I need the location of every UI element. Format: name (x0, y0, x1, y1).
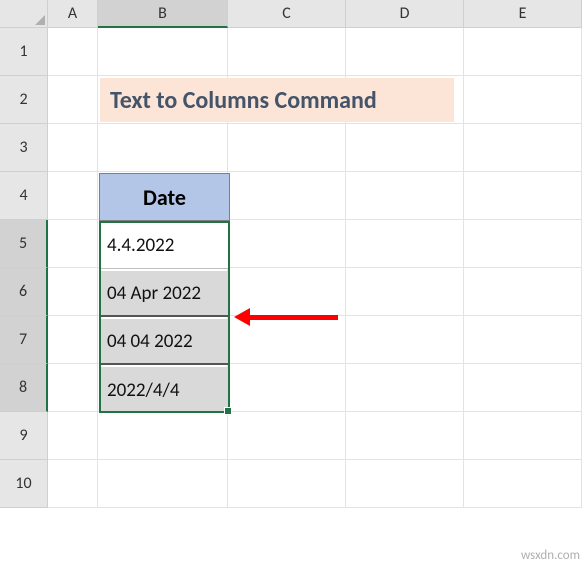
row-header-4[interactable]: 4 (0, 172, 48, 220)
cell-E4[interactable] (464, 172, 582, 220)
cell-A1[interactable] (48, 28, 98, 76)
table-row[interactable]: 04 04 2022 (101, 319, 228, 365)
row-header-9[interactable]: 9 (0, 412, 48, 460)
row-header-5[interactable]: 5 (0, 220, 48, 268)
row-header-10[interactable]: 10 (0, 460, 48, 508)
row-header-1[interactable]: 1 (0, 28, 48, 76)
cell-E9[interactable] (464, 412, 582, 460)
table-row[interactable]: 2022/4/4 (101, 367, 228, 413)
table-row[interactable]: 04 Apr 2022 (101, 271, 228, 317)
cell-A8[interactable] (48, 364, 98, 412)
cell-E5[interactable] (464, 220, 582, 268)
row-header-6[interactable]: 6 (0, 268, 48, 316)
cell-E7[interactable] (464, 316, 582, 364)
arrow-annotation (234, 308, 342, 326)
cell-A2[interactable] (48, 76, 98, 124)
col-header-C[interactable]: C (228, 0, 346, 28)
cell-D8[interactable] (346, 364, 464, 412)
col-header-D[interactable]: D (346, 0, 464, 28)
cell-D7[interactable] (346, 316, 464, 364)
row-header-7[interactable]: 7 (0, 316, 48, 364)
cell-C4[interactable] (228, 172, 346, 220)
cell-E8[interactable] (464, 364, 582, 412)
cell-C1[interactable] (228, 28, 346, 76)
cell-D10[interactable] (346, 460, 464, 508)
cell-D9[interactable] (346, 412, 464, 460)
cell-D4[interactable] (346, 172, 464, 220)
cell-D3[interactable] (346, 124, 464, 172)
cell-A9[interactable] (48, 412, 98, 460)
cell-C5[interactable] (228, 220, 346, 268)
cell-E10[interactable] (464, 460, 582, 508)
row-header-8[interactable]: 8 (0, 364, 48, 412)
table-header-date[interactable]: Date (99, 173, 230, 221)
cell-C10[interactable] (228, 460, 346, 508)
table-row[interactable]: 4.4.2022 (101, 223, 228, 269)
col-header-A[interactable]: A (48, 0, 98, 28)
cell-B10[interactable] (98, 460, 228, 508)
watermark-text: wsxdn.com (521, 548, 580, 563)
cell-D6[interactable] (346, 268, 464, 316)
cell-A4[interactable] (48, 172, 98, 220)
cell-A7[interactable] (48, 316, 98, 364)
page-title: Text to Columns Command (100, 78, 454, 122)
cell-A5[interactable] (48, 220, 98, 268)
select-all-corner[interactable] (0, 0, 48, 28)
cell-C9[interactable] (228, 412, 346, 460)
col-header-E[interactable]: E (464, 0, 582, 28)
cell-B9[interactable] (98, 412, 228, 460)
cell-E2[interactable] (464, 76, 582, 124)
cell-E1[interactable] (464, 28, 582, 76)
cell-C8[interactable] (228, 364, 346, 412)
cell-B1[interactable] (98, 28, 228, 76)
row-header-3[interactable]: 3 (0, 124, 48, 172)
cell-B3[interactable] (98, 124, 228, 172)
row-header-2[interactable]: 2 (0, 76, 48, 124)
spreadsheet-grid[interactable]: A B C D E 1 2 3 4 5 6 7 8 9 (0, 0, 588, 508)
cell-E3[interactable] (464, 124, 582, 172)
cell-A6[interactable] (48, 268, 98, 316)
cell-C3[interactable] (228, 124, 346, 172)
cell-E6[interactable] (464, 268, 582, 316)
cell-D5[interactable] (346, 220, 464, 268)
arrow-line (246, 315, 338, 320)
cell-A10[interactable] (48, 460, 98, 508)
col-header-B[interactable]: B (98, 0, 228, 28)
cell-D1[interactable] (346, 28, 464, 76)
cell-A3[interactable] (48, 124, 98, 172)
